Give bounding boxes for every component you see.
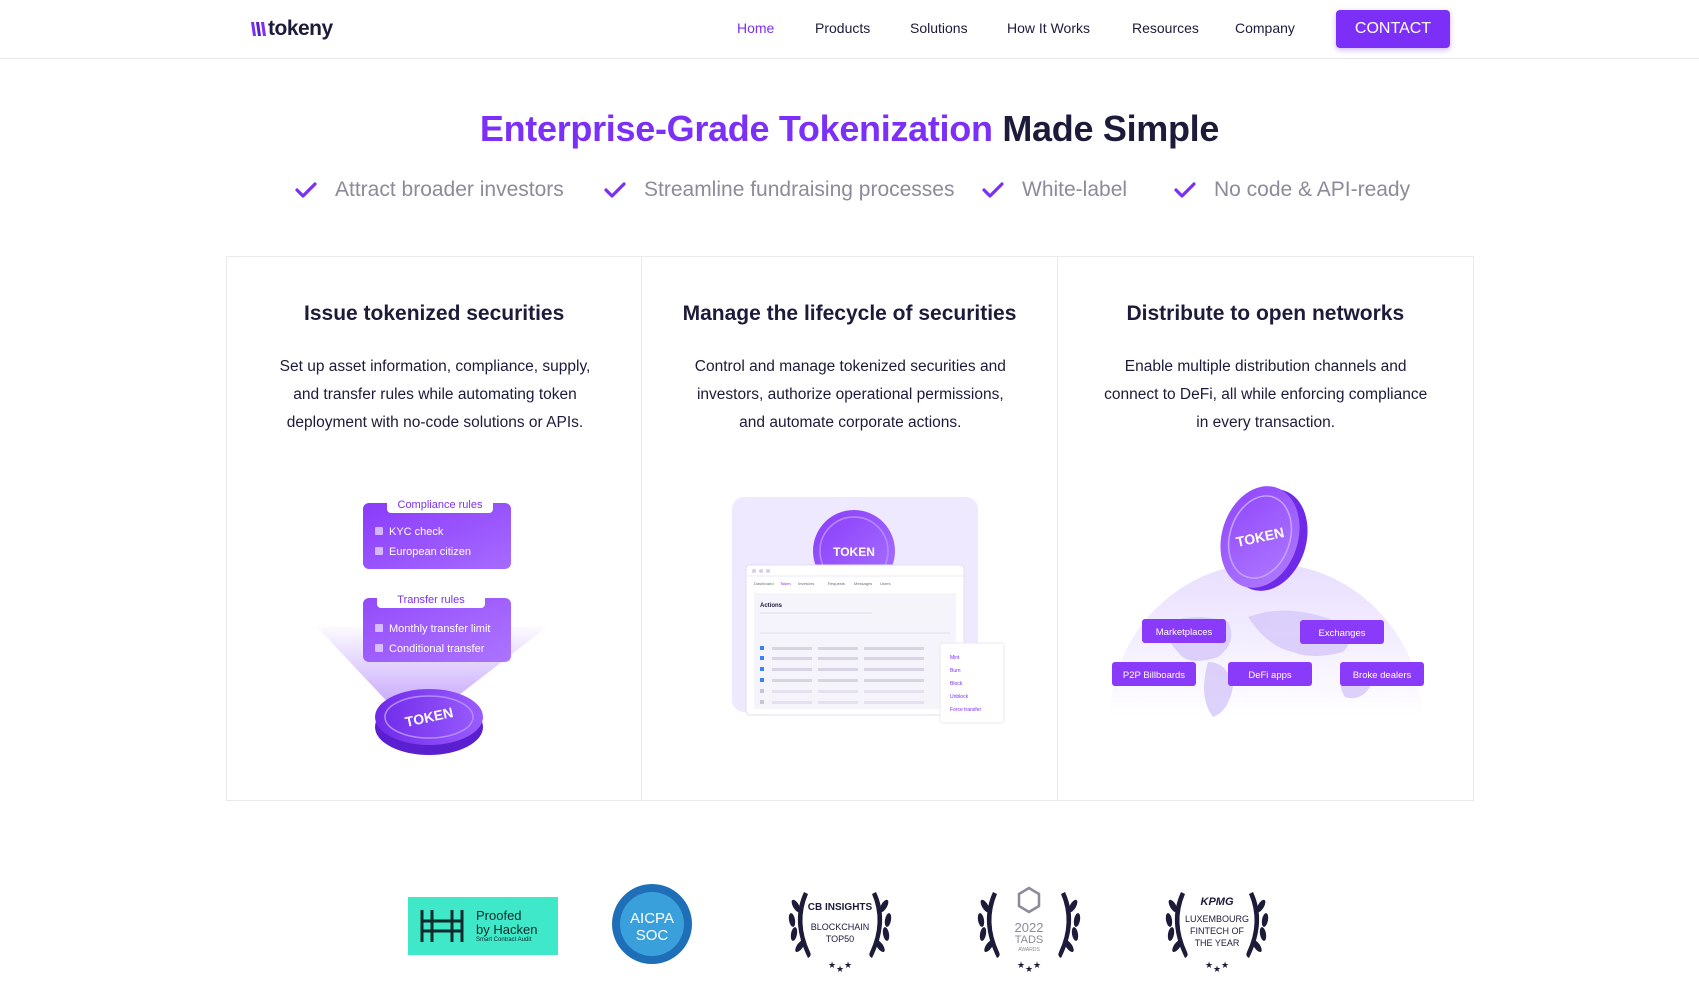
check-icon	[982, 182, 1004, 198]
channel-label: P2P Billboards	[1123, 670, 1185, 681]
channel-label: DeFi apps	[1248, 670, 1292, 681]
tads-line2: TADS	[1014, 934, 1044, 946]
nav-home[interactable]: Home	[737, 20, 774, 36]
aicpa-line1: AICPA	[630, 910, 674, 927]
manage-illustration: TOKEN Dashboard Token Investors Requests…	[732, 497, 1005, 724]
checkbox-icon	[375, 644, 383, 652]
svg-text:★: ★	[1205, 960, 1213, 970]
svg-text:★: ★	[844, 960, 852, 970]
feature-item: White-label	[982, 178, 1127, 202]
hacken-sub: Smart Contract Audit	[476, 937, 532, 943]
svg-text:★: ★	[1213, 964, 1221, 974]
dashboard-tab: Messages	[854, 581, 872, 586]
cb-line2: BLOCKCHAIN	[810, 922, 870, 932]
card-manage: Manage the lifecycle of securities Contr…	[642, 257, 1058, 800]
action-burn: Burn	[950, 668, 961, 674]
feature-list: Attract broader investors Streamline fun…	[0, 178, 1699, 208]
svg-text:★: ★	[828, 960, 836, 970]
contact-button[interactable]: CONTACT	[1336, 10, 1450, 48]
aicpa-soc-badge: AICPA SOC	[612, 884, 692, 964]
nav-company[interactable]: Company	[1235, 20, 1295, 36]
rule-item: Monthly transfer limit	[389, 623, 490, 635]
cb-insights-award: ★ ★ ★ CB INSIGHTS BLOCKCHAIN TOP50	[782, 878, 898, 974]
action-mint: Mint	[950, 655, 960, 661]
rule-item: European citizen	[389, 546, 471, 558]
check-icon	[604, 182, 626, 198]
kpmg-line4: THE YEAR	[1194, 938, 1240, 948]
check-icon	[1174, 182, 1196, 198]
feature-label: No code & API-ready	[1214, 178, 1411, 201]
top-navbar: tokeny Home Products Solutions How It Wo…	[0, 0, 1699, 59]
dashboard-tab: Dashboard	[754, 581, 774, 586]
action-unblock: Unblock	[950, 694, 969, 700]
kpmg-line1: KPMG	[1200, 896, 1234, 908]
checkbox-icon	[375, 547, 383, 555]
rule-item: Conditional transfer	[389, 643, 485, 655]
kpmg-award: ★ ★ ★ KPMG LUXEMBOURG FINTECH OF THE YEAR	[1159, 878, 1275, 974]
token-coin-label: TOKEN	[833, 545, 875, 559]
cb-line3: TOP50	[825, 934, 855, 944]
channel-label: Exchanges	[1318, 628, 1365, 639]
svg-text:★: ★	[836, 964, 844, 974]
action-force-transfer: Force transfer	[950, 707, 981, 713]
nav-resources[interactable]: Resources	[1132, 20, 1199, 36]
hacken-line1: Proofed	[476, 908, 522, 923]
dashboard-tab: Investors	[798, 581, 814, 586]
svg-text:★: ★	[1025, 964, 1033, 974]
action-block: Block	[950, 681, 963, 687]
svg-text:★: ★	[1221, 960, 1229, 970]
channel-label: Broke dealers	[1352, 670, 1411, 681]
checkbox-icon	[375, 624, 383, 632]
tads-line3: AWARDS	[1018, 947, 1040, 953]
nav-products[interactable]: Products	[815, 20, 870, 36]
feature-label: White-label	[1022, 178, 1128, 201]
feature-label: Attract broader investors	[335, 178, 564, 201]
solution-cards: Issue tokenized securities Set up asset …	[226, 256, 1474, 801]
svg-text:★: ★	[1017, 960, 1025, 970]
check-icon	[295, 182, 317, 198]
tads-line1: 2022	[1014, 920, 1044, 935]
compliance-rules-label: Compliance rules	[398, 499, 483, 511]
checkbox-icon	[375, 527, 383, 535]
dashboard-tab: Requests	[828, 581, 845, 586]
kpmg-line2: LUXEMBOURG	[1184, 914, 1249, 924]
rule-item: KYC check	[389, 526, 444, 538]
kpmg-line3: FINTECH OF	[1190, 926, 1244, 936]
actions-panel-title: Actions	[760, 603, 783, 609]
hacken-logo-icon	[420, 910, 464, 942]
aicpa-line2: SOC	[636, 927, 669, 944]
feature-item: Streamline fundraising processes	[604, 178, 955, 202]
hero-title: Enterprise-Grade Tokenization Made Simpl…	[0, 108, 1699, 150]
card-distribute: Distribute to open networks Enable multi…	[1058, 257, 1473, 800]
distribute-illustration: TOKEN Marketplaces Exchanges P2P Billboa…	[1109, 486, 1424, 719]
feature-item: No code & API-ready	[1174, 178, 1410, 202]
channel-label: Marketplaces	[1155, 627, 1212, 638]
feature-item: Attract broader investors	[295, 178, 564, 202]
dashboard-tab: Users	[880, 581, 890, 586]
tads-award: ★ ★ ★ 2022 TADS AWARDS	[971, 878, 1087, 974]
dashboard-tab: Token	[780, 581, 791, 586]
feature-label: Streamline fundraising processes	[644, 178, 955, 201]
issue-illustration: Compliance rules KYC check European citi…	[317, 495, 547, 755]
hacken-line2: by Hacken	[476, 922, 538, 937]
card-issue: Issue tokenized securities Set up asset …	[227, 257, 643, 800]
cb-line1: CB INSIGHTS	[807, 902, 873, 913]
hacken-badge: Proofed by Hacken Smart Contract Audit	[408, 897, 558, 955]
hero-title-rest: Made Simple	[1002, 108, 1220, 149]
certification-badges: Proofed by Hacken Smart Contract Audit A…	[0, 872, 1699, 974]
tads-hexagon-icon	[1017, 886, 1041, 914]
hero-title-accent: Enterprise-Grade Tokenization	[479, 108, 993, 149]
transfer-rules-label: Transfer rules	[397, 594, 465, 606]
svg-text:★: ★	[1033, 960, 1041, 970]
nav-how-it-works[interactable]: How It Works	[1007, 20, 1090, 36]
nav-solutions[interactable]: Solutions	[910, 20, 968, 36]
